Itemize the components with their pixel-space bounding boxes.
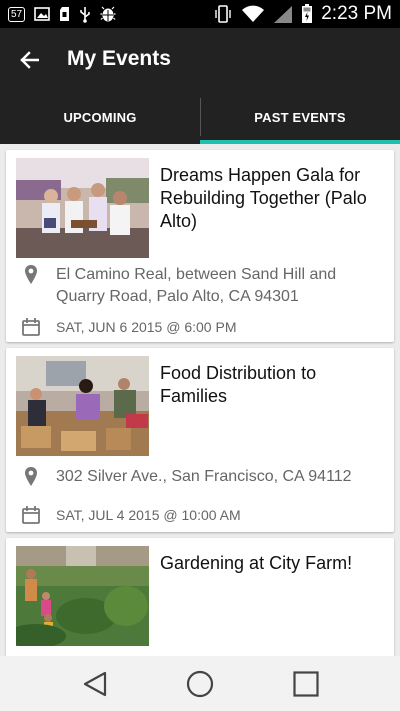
navigation-bar [0, 656, 400, 711]
event-title: Food Distribution to Families [160, 363, 317, 406]
vibrate-icon [213, 4, 233, 24]
event-location: 302 Silver Ave., San Francisco, CA 94112 [20, 466, 376, 488]
page-title: My Events [67, 47, 171, 70]
event-card[interactable]: Dreams Happen Gala for Rebuilding Togeth… [6, 150, 394, 342]
event-date: SAT, JUN 6 2015 @ 6:00 PM [20, 317, 236, 337]
battery-icon [301, 4, 313, 24]
home-nav-icon[interactable] [183, 668, 217, 700]
event-title: Gardening at City Farm! [160, 553, 353, 573]
event-card[interactable]: Food Distribution to Families 302 Silver… [6, 348, 394, 532]
usb-icon [79, 6, 91, 23]
tab-divider [200, 98, 201, 136]
event-location: El Camino Real, between Sand Hill and Qu… [20, 264, 376, 308]
back-arrow-icon[interactable] [14, 45, 44, 75]
event-list: Dreams Happen Gala for Rebuilding Togeth… [0, 144, 400, 656]
event-image [16, 356, 149, 456]
map-pin-icon [20, 264, 42, 286]
map-pin-icon [20, 466, 42, 488]
signal-icon [273, 5, 293, 24]
event-location-text: 302 Silver Ave., San Francisco, CA 94112 [56, 468, 352, 485]
tab-past-events[interactable]: PAST EVENTS [200, 90, 400, 144]
calendar-icon [20, 505, 42, 525]
wifi-icon [241, 5, 265, 23]
event-image [16, 546, 149, 646]
status-bar: 57 2:23 PM [0, 0, 400, 28]
clock: 2:23 PM [321, 3, 392, 24]
event-date-text: SAT, JUN 6 2015 @ 6:00 PM [56, 319, 237, 335]
event-date-text: SAT, JUL 4 2015 @ 10:00 AM [56, 507, 241, 523]
app-bar: My Events [0, 28, 400, 90]
tab-upcoming[interactable]: UPCOMING [0, 90, 200, 144]
event-title: Dreams Happen Gala for Rebuilding Togeth… [160, 165, 367, 231]
event-location-text: El Camino Real, between Sand Hill and Qu… [56, 266, 337, 305]
android-debug-icon [100, 6, 116, 23]
notification-badge-icon: 57 [8, 6, 26, 22]
recents-nav-icon[interactable] [289, 668, 323, 700]
tab-bar: UPCOMING PAST EVENTS [0, 90, 400, 144]
sd-card-icon [59, 6, 70, 22]
calendar-icon [20, 317, 42, 337]
event-card[interactable]: Gardening at City Farm! [6, 538, 394, 656]
event-date: SAT, JUL 4 2015 @ 10:00 AM [20, 505, 241, 525]
back-nav-icon[interactable] [78, 668, 112, 700]
image-icon [34, 7, 50, 21]
event-image [16, 158, 149, 258]
